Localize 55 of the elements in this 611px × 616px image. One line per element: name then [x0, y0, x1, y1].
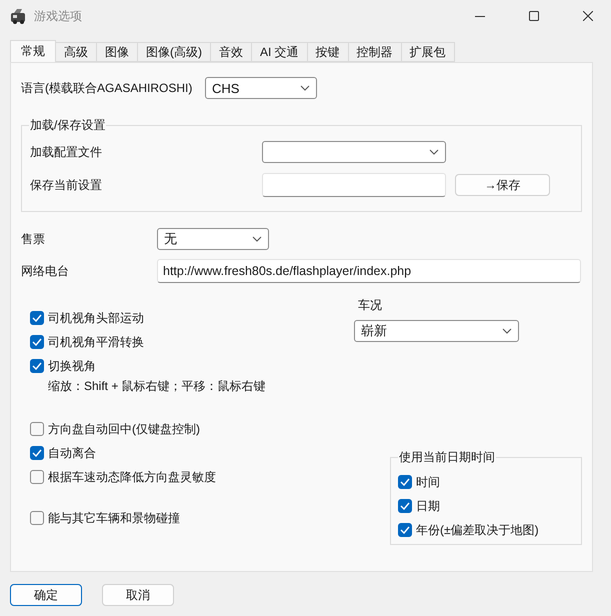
save-settings-label: 保存当前设置 — [30, 176, 103, 194]
checkbox-label: 司机视角头部运动 — [48, 311, 144, 325]
tab[interactable]: 高级 — [55, 42, 97, 62]
chevron-icon — [252, 236, 262, 242]
checkbox[interactable] — [30, 335, 44, 349]
group-title: 加载/保存设置 — [29, 117, 106, 134]
vehicle-condition-label: 车况 — [358, 297, 383, 314]
load-config-label: 加载配置文件 — [30, 144, 103, 160]
checkbox[interactable] — [398, 475, 412, 489]
settings-name-field[interactable] — [262, 173, 446, 197]
tab[interactable]: 图像(高级) — [137, 42, 211, 62]
checkbox-label: 司机视角平滑转换 — [48, 335, 144, 349]
chevron-icon — [502, 328, 512, 334]
group-title: 使用当前日期时间 — [398, 449, 496, 466]
tickets-label: 售票 — [21, 230, 46, 248]
tab[interactable]: AI 交通 — [251, 42, 308, 62]
checkbox[interactable] — [30, 511, 44, 525]
tickets-dropdown[interactable]: 无 — [157, 228, 269, 250]
config-dropdown[interactable] — [262, 141, 446, 163]
tab[interactable]: 图像 — [96, 42, 138, 62]
checkbox-label: 日期 — [416, 499, 440, 513]
radio-url-field[interactable]: http://www.fresh80s.de/flashplayer/index.php — [157, 259, 581, 283]
language-label: 语言(模载联合AGASAHIROSHI) — [21, 80, 194, 96]
checkbox-label: 年份(±偏差取决于地图) — [416, 523, 539, 537]
checkbox-label: 方向盘自动回中(仅键盘控制) — [48, 422, 200, 436]
save-button[interactable]: →保存 — [455, 174, 550, 196]
chevron-icon — [300, 85, 310, 91]
checkbox-label: 能与其它车辆和景物碰撞 — [48, 511, 180, 525]
checkbox[interactable] — [30, 470, 44, 484]
tab[interactable]: 常规 — [10, 40, 56, 62]
maximize-icon[interactable] — [529, 11, 539, 21]
radio-label: 网络电台 — [21, 262, 70, 280]
checkbox-label: 时间 — [416, 475, 440, 489]
tab[interactable]: 控制器 — [348, 42, 402, 62]
app-icon — [10, 8, 26, 24]
language-dropdown[interactable]: CHS — [205, 77, 317, 99]
checkbox[interactable] — [30, 446, 44, 460]
checkbox[interactable] — [30, 359, 44, 373]
checkbox[interactable] — [30, 311, 44, 325]
tab[interactable]: 扩展包 — [400, 42, 455, 62]
dialog-button[interactable]: 取消 — [102, 584, 174, 606]
checkbox-label: 根据车速动态降低方向盘灵敏度 — [48, 470, 216, 484]
vehicle-condition-dropdown[interactable]: 崭新 — [354, 320, 519, 342]
checkbox[interactable] — [30, 422, 44, 436]
chevron-icon — [429, 149, 439, 155]
checkbox[interactable] — [398, 523, 412, 537]
checkbox[interactable] — [398, 499, 412, 513]
dialog-button[interactable]: 确定 — [10, 584, 82, 606]
tab[interactable]: 音效 — [210, 42, 252, 62]
close-icon[interactable] — [583, 11, 593, 21]
checkbox-label: 切换视角 — [48, 359, 96, 373]
checkbox-label: 自动离合 — [48, 446, 96, 460]
hint-text: 缩放：Shift + 鼠标右键；平移：鼠标右键 — [48, 378, 266, 395]
tab[interactable]: 按键 — [306, 42, 349, 62]
window-title: 游戏选项 — [34, 8, 83, 24]
